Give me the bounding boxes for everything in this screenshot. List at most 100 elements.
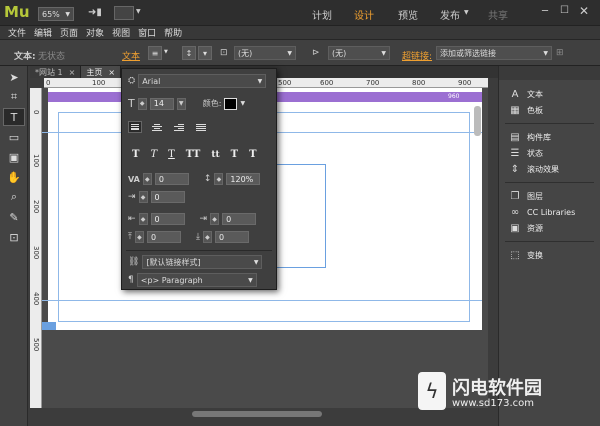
italic-icon[interactable]: T (150, 149, 157, 160)
align-right-icon[interactable] (172, 121, 186, 133)
horizontal-scroll-thumb[interactable] (192, 411, 322, 417)
all-caps-icon[interactable]: TT (186, 149, 201, 160)
view-mode-icon[interactable] (114, 6, 134, 20)
left-indent-stepper[interactable]: ◆ (138, 213, 148, 225)
menu-page[interactable]: 页面 (60, 26, 78, 39)
subscript-icon[interactable]: T (249, 149, 256, 160)
maximize-icon[interactable]: ☐ (560, 5, 569, 16)
first-indent-stepper[interactable]: ◆ (138, 191, 148, 203)
footer-guide[interactable] (42, 300, 482, 301)
space-before-stepper[interactable]: ◆ (134, 231, 144, 243)
panel-assets[interactable]: ▣ 资源 (499, 220, 600, 236)
tracking-input[interactable]: 0 (154, 173, 189, 185)
panel-widgets[interactable]: ▤ 构件库 (499, 129, 600, 145)
selection-tool-icon[interactable]: ➤ (3, 68, 25, 86)
paragraph-style-value: <p> Paragraph (140, 275, 203, 285)
space-after-stepper[interactable]: ◆ (202, 231, 212, 243)
page-tool-icon[interactable]: ⊡ (3, 228, 25, 246)
right-indent-stepper[interactable]: ◆ (210, 213, 220, 225)
panel-swatches[interactable]: ▦ 色板 (499, 102, 600, 118)
page-bottom-handle[interactable] (42, 322, 56, 330)
hand-tool-icon[interactable]: ✋ (3, 168, 25, 186)
zoom-tool-icon[interactable]: ⌕ (3, 188, 25, 206)
chevron-down-icon[interactable]: ▼ (464, 9, 469, 16)
panel-layers[interactable]: ❐ 图层 (499, 188, 600, 204)
color-swatch[interactable] (224, 97, 238, 110)
close-icon[interactable]: ✕ (579, 4, 589, 18)
mode-plan[interactable]: 计划 (312, 7, 332, 22)
chevron-down-icon[interactable]: ▾ (198, 46, 212, 60)
right-indent-value: 0 (226, 214, 232, 224)
rectangle-tool-icon[interactable]: ▭ (3, 128, 25, 146)
eyedropper-tool-icon[interactable]: ✎ (3, 208, 25, 226)
panel-states[interactable]: ☰ 状态 (499, 145, 600, 161)
menu-object[interactable]: 对象 (86, 26, 104, 39)
chevron-down-icon[interactable]: ▼ (176, 97, 186, 110)
menu-file[interactable]: 文件 (8, 26, 26, 39)
first-indent-input[interactable]: 0 (150, 191, 185, 203)
link-options-icon[interactable]: ⊞ (556, 48, 564, 58)
type-kit-icon[interactable]: ⛭ (128, 76, 135, 86)
superscript-icon[interactable]: T (231, 149, 238, 160)
leading-input[interactable]: 120% (226, 173, 261, 185)
align-left-icon[interactable] (128, 121, 142, 133)
effects-icon[interactable]: ⊳ (312, 48, 320, 58)
link-style-icon: ⛓ (128, 257, 140, 267)
minimize-icon[interactable]: ─ (542, 6, 548, 17)
menu-view[interactable]: 视图 (112, 26, 130, 39)
bold-icon[interactable]: T (132, 149, 139, 160)
space-before-input[interactable]: 0 (146, 231, 181, 243)
image-frame-icon[interactable]: ▣ (3, 148, 25, 166)
text-tool-icon[interactable]: T (3, 108, 25, 126)
menu-window[interactable]: 窗口 (138, 26, 156, 39)
small-caps-icon[interactable]: tt (211, 150, 219, 160)
tab-home[interactable]: 主页 × (81, 66, 122, 78)
first-line-indent-icon: ⇥ (128, 192, 136, 202)
close-icon[interactable]: × (69, 68, 76, 77)
page-nav-icon[interactable]: ➜▮ (88, 7, 102, 18)
menu-help[interactable]: 帮助 (164, 26, 182, 39)
fill-icon[interactable]: ⊡ (220, 48, 228, 58)
menu-bar: 文件 编辑 页面 对象 视图 窗口 帮助 (0, 26, 600, 40)
link-style-dropdown[interactable]: [默认链接样式] ▼ (142, 255, 263, 269)
underline-icon[interactable]: T (168, 149, 175, 160)
font-dropdown[interactable]: Arial ▼ (138, 74, 267, 88)
panel-text[interactable]: A 文本 (499, 86, 600, 102)
space-after-input[interactable]: 0 (214, 231, 249, 243)
mode-publish[interactable]: 发布 (440, 7, 460, 22)
left-indent-input[interactable]: 0 (150, 213, 185, 225)
tab-site[interactable]: *网站 1 × (30, 66, 82, 78)
chevron-down-icon[interactable]: ▼ (240, 100, 245, 107)
right-indent-input[interactable]: 0 (222, 213, 257, 225)
ruler-tick: 100 (92, 79, 106, 87)
leading-stepper[interactable]: ◆ (214, 173, 224, 185)
align-center-icon[interactable] (150, 121, 164, 133)
mode-share[interactable]: 共享 (488, 7, 508, 22)
chevron-down-icon[interactable]: ▼ (164, 49, 168, 55)
vertical-ruler[interactable]: 0 100 200 300 400 500 (30, 88, 42, 408)
align-left-icon[interactable]: ≡ (148, 46, 162, 60)
chevron-down-icon: ▼ (248, 276, 253, 284)
line-spacing-icon[interactable]: ↕ (182, 46, 196, 60)
zoom-dropdown[interactable]: 65% ▼ (38, 7, 74, 21)
panel-scroll-effects[interactable]: ⇕ 滚动效果 (499, 161, 600, 177)
align-justify-icon[interactable] (194, 121, 208, 133)
panel-transform[interactable]: ⬚ 变换 (499, 247, 600, 263)
paragraph-style-dropdown[interactable]: <p> Paragraph ▼ (136, 273, 257, 287)
crop-tool-icon[interactable]: ⌗ (3, 88, 25, 106)
effects-dropdown[interactable]: (无) ▼ (328, 46, 390, 60)
font-size-input[interactable]: 14 (149, 97, 174, 110)
mode-preview[interactable]: 预览 (398, 7, 418, 22)
hyperlink-input[interactable]: 添加或筛选链接 ▼ (436, 46, 552, 60)
tracking-stepper[interactable]: ◆ (142, 173, 152, 185)
close-icon[interactable]: × (108, 68, 115, 77)
size-stepper[interactable]: ◆ (137, 97, 147, 110)
panel-cc-libraries[interactable]: ∞ CC Libraries (499, 204, 600, 220)
fill-dropdown[interactable]: (无) ▼ (234, 46, 296, 60)
text-panel-link[interactable]: 文本 (122, 49, 140, 62)
menu-edit[interactable]: 编辑 (34, 26, 52, 39)
vertical-scroll-thumb[interactable] (474, 106, 481, 136)
chevron-down-icon[interactable]: ▼ (136, 8, 141, 15)
hyperlink-label[interactable]: 超链接: (402, 49, 432, 62)
mode-design[interactable]: 设计 (354, 7, 374, 22)
